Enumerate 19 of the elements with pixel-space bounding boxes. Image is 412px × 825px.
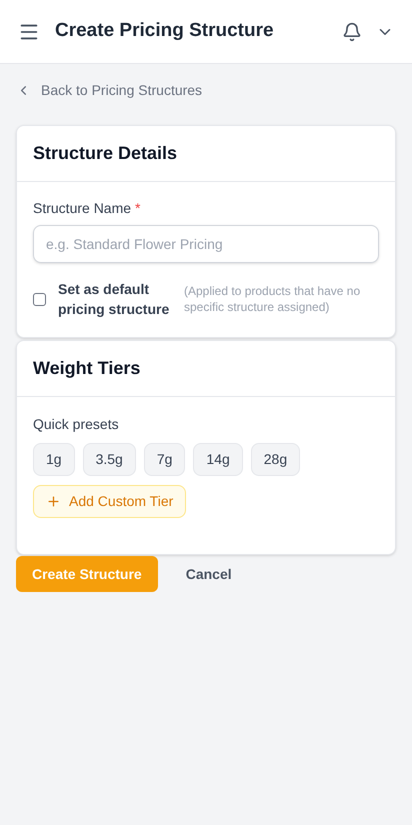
preset-button[interactable]: 3.5g xyxy=(82,443,136,476)
plus-icon xyxy=(46,494,61,509)
card-title: Weight Tiers xyxy=(33,358,140,378)
notification-bell-icon[interactable] xyxy=(342,22,362,42)
preset-button[interactable]: 7g xyxy=(144,443,186,476)
default-label: Set as default pricing structure xyxy=(58,280,170,319)
back-link[interactable]: Back to Pricing Structures xyxy=(16,80,202,101)
page-title: Create Pricing Structure xyxy=(55,19,274,44)
card-title: Structure Details xyxy=(33,143,178,163)
presets-label: Quick presets xyxy=(33,416,119,432)
structure-name-field[interactable]: e.g. Standard Flower Pricing xyxy=(33,225,379,263)
preset-button[interactable]: 28g xyxy=(250,443,300,476)
field-label: Structure Name xyxy=(33,199,132,218)
default-hint: (Applied to products that have no specific structure assigned) xyxy=(184,283,362,315)
default-checkbox[interactable] xyxy=(33,292,46,306)
required-mark: * xyxy=(135,199,140,218)
cancel-button[interactable]: Cancel xyxy=(186,564,232,584)
preset-button[interactable]: 1g xyxy=(33,443,75,476)
preset-button[interactable]: 14g xyxy=(193,443,243,476)
